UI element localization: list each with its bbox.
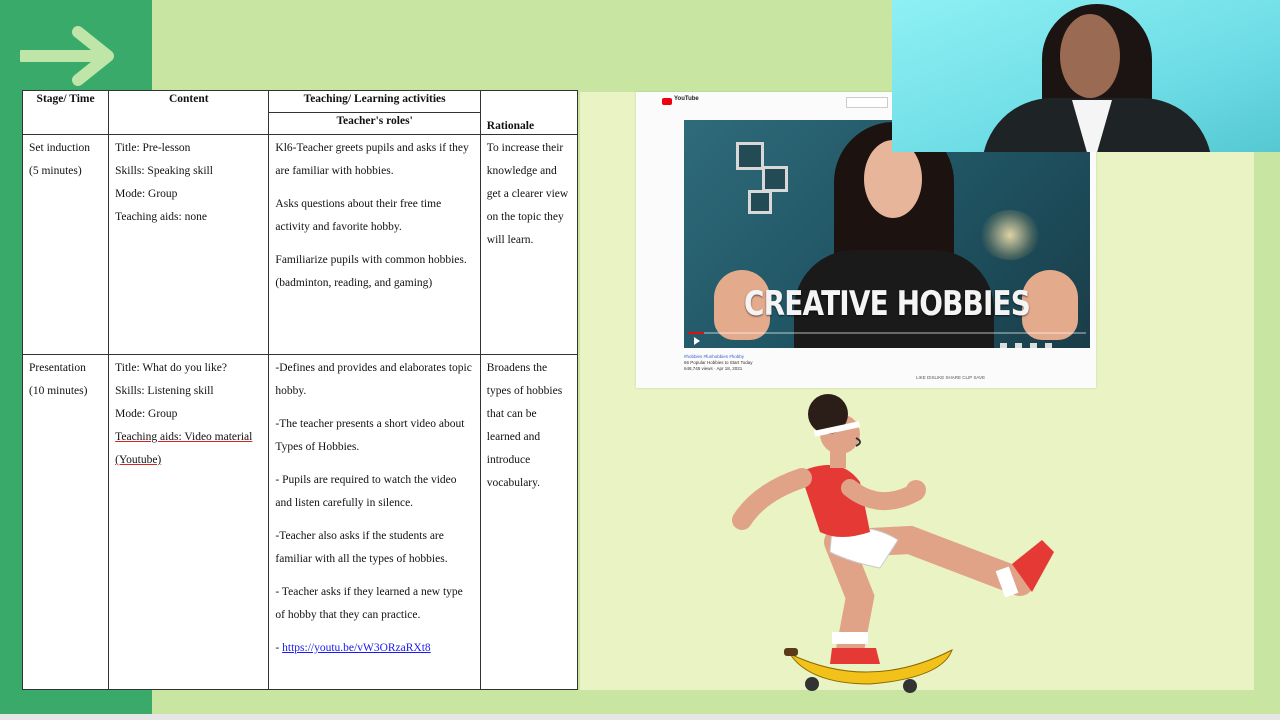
skateboarder-illustration — [732, 394, 1054, 693]
shelf-decor — [748, 190, 772, 214]
activity-text: -The teacher presents a short video abou… — [275, 418, 465, 453]
header-content: Content — [108, 90, 270, 135]
cell-stage: Presentation (10 minutes) — [21, 354, 110, 690]
stage-name: Presentation — [29, 362, 86, 374]
youtube-link[interactable]: https://youtu.be/vW3ORzaRXt8 — [282, 642, 431, 654]
activity-text: Asks questions about their free time act… — [275, 198, 442, 233]
video-progress-fill — [688, 332, 704, 334]
speaker-face — [1060, 14, 1120, 98]
player-controls — [992, 337, 1082, 348]
table-row: Set induction (5 minutes) Title: Pre-les… — [21, 134, 579, 355]
video-player[interactable]: CREATIVE HOBBIES — [684, 120, 1090, 348]
shelf-decor — [736, 142, 764, 170]
rationale-text: To increase their knowledge and get a cl… — [486, 142, 569, 246]
cell-rationale: Broadens the types of hobbies that can b… — [479, 354, 579, 690]
header-teacher-roles: Teacher's roles' — [268, 112, 481, 135]
content-title: Title: Pre-lesson — [115, 142, 191, 154]
youtube-logo-icon — [662, 98, 672, 105]
activity-text: -Defines and provides and elaborates top… — [275, 362, 472, 397]
lesson-plan-table: Stage/ Time Content Teaching/ Learning a… — [21, 90, 579, 690]
activity-text: - Teacher asks if they learned a new typ… — [275, 586, 463, 621]
activity-text: Familiarize pupils with common hobbies. … — [275, 254, 467, 289]
theater-icon[interactable] — [1030, 343, 1037, 348]
cell-stage: Set induction (5 minutes) — [21, 134, 110, 355]
video-overlay-title: CREATIVE HOBBIES — [743, 284, 1031, 324]
video-meta: #hobbies #funhobbies #hobby 66 Popular H… — [684, 354, 752, 372]
content-aids: Teaching aids: Video material (Youtube) — [115, 431, 253, 466]
video-actions[interactable]: LIKE DISLIKE SHARE CLIP SAVE — [916, 375, 985, 380]
lamp-decor — [980, 210, 1040, 260]
rationale-text: Broadens the types of hobbies that can b… — [486, 362, 563, 489]
cell-activities: -Defines and provides and elaborates top… — [268, 354, 481, 690]
cell-content: Title: What do you like? Skills: Listeni… — [108, 354, 270, 690]
content-skills: Skills: Speaking skill — [115, 165, 213, 177]
search-input[interactable] — [846, 97, 888, 108]
shelf-decor — [762, 166, 788, 192]
activity-text: - Pupils are required to watch the video… — [275, 474, 457, 509]
video-views: 648,745 views · Apr 18, 2021 — [684, 366, 743, 371]
webcam-feed — [892, 0, 1280, 152]
fullscreen-icon[interactable] — [1045, 343, 1052, 348]
stage-time: (10 minutes) — [29, 385, 88, 397]
content-aids: Teaching aids: none — [115, 211, 207, 223]
table-row: Presentation (10 minutes) Title: What do… — [21, 354, 579, 690]
stage-name: Set induction — [29, 142, 91, 154]
play-icon[interactable] — [694, 337, 700, 345]
header-stage: Stage/ Time — [21, 90, 110, 135]
arrow-right-icon — [20, 26, 114, 86]
content-mode: Mode: Group — [115, 408, 178, 420]
activity-text: -Teacher also asks if the students are f… — [275, 530, 448, 565]
miniplayer-icon[interactable] — [1015, 343, 1022, 348]
header-activities: Teaching/ Learning activities — [268, 90, 481, 113]
cell-rationale: To increase their knowledge and get a cl… — [479, 134, 579, 355]
settings-icon[interactable] — [1000, 343, 1007, 348]
video-progress-bar[interactable] — [688, 332, 1086, 334]
decor-right-strip — [1254, 152, 1280, 692]
content-title: Title: What do you like? — [115, 362, 227, 374]
youtube-site-name: YouTube — [674, 96, 699, 102]
decor-green-strip-left — [0, 92, 22, 692]
content-skills: Skills: Listening skill — [115, 385, 214, 397]
stage-time: (5 minutes) — [29, 165, 82, 177]
decor-bottom-line — [0, 714, 1280, 720]
content-mode: Mode: Group — [115, 188, 178, 200]
cell-content: Title: Pre-lesson Skills: Speaking skill… — [108, 134, 270, 355]
cell-activities: Kl6-Teacher greets pupils and asks if th… — [268, 134, 481, 355]
header-rationale: Rationale — [479, 90, 579, 135]
activity-text: Kl6-Teacher greets pupils and asks if th… — [275, 142, 469, 177]
